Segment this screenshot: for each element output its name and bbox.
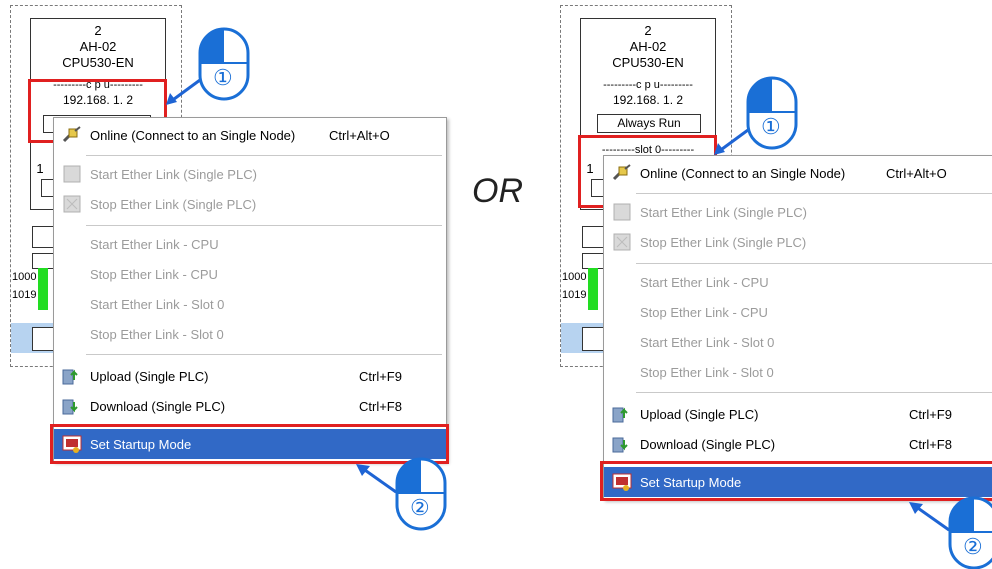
right-example-panel: 2 AH-02 CPU530-EN ---------c p u--------… bbox=[550, 0, 992, 569]
menu-online-shortcut: Ctrl+Alt+O bbox=[886, 165, 947, 181]
run-mode-box[interactable]: Always Run bbox=[597, 114, 701, 133]
menu-upload[interactable]: Upload (Single PLC) Ctrl+F9 bbox=[54, 361, 446, 391]
menu-upload[interactable]: Upload (Single PLC) Ctrl+F9 bbox=[604, 399, 992, 429]
start-ether-link-icon bbox=[612, 202, 632, 222]
start-ether-link-icon bbox=[62, 164, 82, 184]
menu-stop-ether-slot0-label: Stop Ether Link - Slot 0 bbox=[90, 326, 224, 342]
menu-stop-ether-single: Stop Ether Link (Single PLC) bbox=[604, 227, 992, 257]
context-menu: Online (Connect to an Single Node) Ctrl+… bbox=[603, 155, 992, 500]
upload-icon bbox=[62, 366, 82, 386]
menu-separator bbox=[86, 225, 442, 226]
menu-online[interactable]: Online (Connect to an Single Node) Ctrl+… bbox=[604, 158, 992, 188]
menu-stop-ether-cpu: Stop Ether Link - CPU bbox=[54, 259, 446, 289]
address-1019: 1019 bbox=[562, 289, 587, 301]
slot-number: 2 bbox=[94, 23, 102, 38]
menu-stop-ether-cpu: Stop Ether Link - CPU bbox=[604, 297, 992, 327]
menu-download-label: Download (Single PLC) bbox=[640, 436, 776, 452]
io-box-1[interactable] bbox=[32, 226, 54, 248]
menu-stop-ether-slot0-label: Stop Ether Link - Slot 0 bbox=[640, 364, 774, 380]
module-model: AH-02 bbox=[79, 39, 117, 54]
io-box-1[interactable] bbox=[582, 226, 604, 248]
menu-download-label: Download (Single PLC) bbox=[90, 398, 226, 414]
status-indicator bbox=[588, 268, 598, 310]
menu-upload-shortcut: Ctrl+F9 bbox=[359, 368, 402, 384]
menu-start-ether-single-label: Start Ether Link (Single PLC) bbox=[640, 204, 807, 220]
menu-online[interactable]: Online (Connect to an Single Node) Ctrl+… bbox=[54, 120, 446, 150]
download-icon bbox=[612, 434, 632, 454]
run-mode-label: Always Run bbox=[617, 116, 681, 130]
callout-set-startup-mode bbox=[600, 461, 992, 501]
connect-plug-icon bbox=[62, 125, 82, 145]
address-1019: 1019 bbox=[12, 289, 37, 301]
menu-start-ether-single: Start Ether Link (Single PLC) bbox=[604, 197, 992, 227]
menu-start-ether-slot0-label: Start Ether Link - Slot 0 bbox=[90, 296, 225, 312]
menu-download-shortcut: Ctrl+F8 bbox=[359, 398, 402, 414]
io-box-3[interactable] bbox=[582, 327, 604, 351]
menu-start-ether-slot0-label: Start Ether Link - Slot 0 bbox=[640, 334, 775, 350]
upload-icon bbox=[612, 404, 632, 424]
step-2-marker: ② bbox=[410, 495, 430, 520]
menu-online-shortcut: Ctrl+Alt+O bbox=[329, 127, 390, 143]
step-2-marker: ② bbox=[963, 534, 983, 559]
connect-plug-icon bbox=[612, 163, 632, 183]
menu-download[interactable]: Download (Single PLC) Ctrl+F8 bbox=[604, 429, 992, 459]
menu-start-ether-cpu: Start Ether Link - CPU bbox=[54, 229, 446, 259]
left-example-panel: 2 AH-02 CPU530-EN ---------c p u--------… bbox=[0, 0, 450, 569]
menu-upload-label: Upload (Single PLC) bbox=[90, 368, 209, 384]
slot-number: 2 bbox=[644, 23, 652, 38]
menu-start-ether-cpu-label: Start Ether Link - CPU bbox=[90, 236, 219, 252]
pointer-arrow-1 bbox=[714, 128, 749, 155]
cpu-model: CPU530-EN bbox=[62, 55, 134, 70]
step-1-marker: ① bbox=[213, 65, 233, 90]
io-box-2[interactable] bbox=[582, 253, 604, 269]
menu-upload-shortcut: Ctrl+F9 bbox=[909, 406, 952, 422]
module-model: AH-02 bbox=[629, 39, 667, 54]
menu-stop-ether-slot0: Stop Ether Link - Slot 0 bbox=[54, 319, 446, 349]
menu-start-ether-slot0: Start Ether Link - Slot 0 bbox=[54, 289, 446, 319]
stop-ether-link-icon bbox=[62, 194, 82, 214]
status-indicator bbox=[38, 268, 48, 310]
menu-online-label: Online (Connect to an Single Node) bbox=[640, 165, 846, 181]
download-icon bbox=[62, 396, 82, 416]
ip-address: 192.168. 1. 2 bbox=[612, 93, 684, 107]
menu-start-ether-single: Start Ether Link (Single PLC) bbox=[54, 159, 446, 189]
io-box-3[interactable] bbox=[32, 327, 54, 351]
context-menu: Online (Connect to an Single Node) Ctrl+… bbox=[53, 117, 447, 462]
menu-stop-ether-single: Stop Ether Link (Single PLC) bbox=[54, 189, 446, 219]
menu-download-shortcut: Ctrl+F8 bbox=[909, 436, 952, 452]
menu-start-ether-slot0: Start Ether Link - Slot 0 bbox=[604, 327, 992, 357]
menu-upload-label: Upload (Single PLC) bbox=[640, 406, 759, 422]
address-1000: 1000 bbox=[562, 271, 587, 283]
menu-start-ether-cpu-label: Start Ether Link - CPU bbox=[640, 274, 769, 290]
menu-online-label: Online (Connect to an Single Node) bbox=[90, 127, 296, 143]
pointer-arrow-2 bbox=[909, 502, 950, 532]
menu-stop-ether-cpu-label: Stop Ether Link - CPU bbox=[640, 304, 768, 320]
step-1-marker: ① bbox=[761, 114, 781, 139]
pointer-arrow-1 bbox=[166, 78, 201, 105]
menu-download[interactable]: Download (Single PLC) Ctrl+F8 bbox=[54, 391, 446, 421]
partial-slot-char: 1 bbox=[36, 161, 44, 176]
menu-separator bbox=[86, 354, 442, 355]
cpu-header: ---------c p u--------- bbox=[603, 79, 693, 91]
menu-separator bbox=[636, 193, 992, 194]
stop-ether-link-icon bbox=[612, 232, 632, 252]
pointer-arrow-2 bbox=[356, 464, 397, 494]
callout-set-startup-mode bbox=[50, 424, 449, 464]
menu-start-ether-single-label: Start Ether Link (Single PLC) bbox=[90, 166, 257, 182]
menu-start-ether-cpu: Start Ether Link - CPU bbox=[604, 267, 992, 297]
menu-stop-ether-single-label: Stop Ether Link (Single PLC) bbox=[640, 234, 807, 250]
menu-stop-ether-cpu-label: Stop Ether Link - CPU bbox=[90, 266, 218, 282]
menu-separator bbox=[636, 263, 992, 264]
cpu-model: CPU530-EN bbox=[612, 55, 684, 70]
or-separator-label: OR bbox=[472, 172, 523, 210]
address-1000: 1000 bbox=[12, 271, 37, 283]
menu-stop-ether-slot0: Stop Ether Link - Slot 0 bbox=[604, 357, 992, 387]
io-box-2[interactable] bbox=[32, 253, 54, 269]
menu-stop-ether-single-label: Stop Ether Link (Single PLC) bbox=[90, 196, 257, 212]
menu-separator bbox=[636, 392, 992, 393]
menu-separator bbox=[86, 155, 442, 156]
